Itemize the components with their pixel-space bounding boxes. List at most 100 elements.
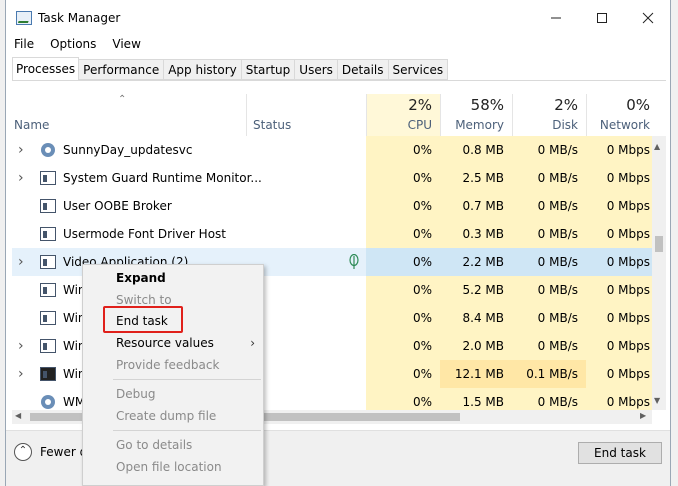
column-header-cpu[interactable]: 2% CPU [366, 94, 440, 136]
ctx-go-to-details: Go to details [116, 438, 193, 452]
expand-chevron-icon[interactable]: › [18, 332, 28, 360]
cpu-value: 0% [366, 248, 440, 276]
memory-value: 5.2 MB [440, 276, 512, 304]
cpu-label: CPU [407, 118, 432, 132]
process-name: SunnyDay_updatesvc [63, 143, 193, 157]
scroll-down-arrow-icon[interactable]: ▼ [654, 396, 660, 405]
network-value: 0 Mbps [586, 276, 652, 304]
cpu-value: 0% [366, 360, 440, 388]
disk-value: 0 MB/s [512, 164, 586, 192]
app-window-icon [40, 255, 56, 269]
column-header-memory[interactable]: 58% Memory [440, 94, 512, 136]
scroll-left-arrow-icon[interactable]: ◀ [15, 411, 21, 420]
process-row[interactable]: › System Guard Runtime Monitor... 0% 2.5… [12, 164, 652, 192]
app-window-icon [40, 171, 56, 185]
sort-ascending-icon: ⌃ [118, 94, 127, 105]
memory-value: 8.4 MB [440, 304, 512, 332]
cpu-value: 0% [366, 164, 440, 192]
console-window-icon [40, 367, 56, 381]
expand-chevron-icon[interactable]: › [18, 136, 28, 164]
app-window-icon [40, 199, 56, 213]
memory-label: Memory [455, 118, 504, 132]
network-value: 0 Mbps [586, 136, 652, 164]
column-header-status[interactable]: Status [246, 94, 366, 136]
expand-chevron-icon[interactable]: › [18, 360, 28, 388]
disk-value: 0 MB/s [512, 276, 586, 304]
fewer-details-link[interactable]: Fewer d [40, 445, 87, 459]
scroll-up-arrow-icon[interactable]: ▲ [654, 142, 660, 151]
menu-file[interactable]: File [6, 36, 42, 56]
app-window-icon [40, 339, 56, 353]
process-row[interactable]: Usermode Font Driver Host 0% 0.3 MB 0 MB… [12, 220, 652, 248]
menu-bar: File Options View [6, 36, 670, 56]
end-task-button[interactable]: End task [578, 442, 662, 464]
title-bar: Task Manager [6, 0, 670, 36]
scroll-right-arrow-icon[interactable]: ▶ [640, 411, 646, 420]
column-status-label: Status [253, 118, 292, 132]
memory-total: 58% [470, 96, 504, 114]
memory-value: 2.2 MB [440, 248, 512, 276]
network-value: 0 Mbps [586, 220, 652, 248]
memory-value: 0.7 MB [440, 192, 512, 220]
ctx-expand[interactable]: Expand [83, 267, 263, 289]
window-title: Task Manager [38, 11, 121, 25]
submenu-arrow-icon: › [250, 336, 255, 350]
cpu-value: 0% [366, 192, 440, 220]
app-window-icon [40, 311, 56, 325]
vertical-scroll-thumb[interactable] [655, 236, 663, 252]
menu-separator [113, 379, 261, 380]
network-value: 0 Mbps [586, 360, 652, 388]
cpu-value: 0% [366, 388, 440, 410]
task-manager-icon [16, 11, 32, 25]
column-header-row: ⌃ Name Status 2% CPU 58% Memory 2% Disk … [12, 94, 652, 136]
menu-separator [113, 430, 261, 431]
column-name-label: Name [14, 118, 50, 132]
network-value: 0 Mbps [586, 304, 652, 332]
cpu-value: 0% [366, 136, 440, 164]
maximize-icon [597, 13, 607, 23]
cpu-value: 0% [366, 304, 440, 332]
menu-options[interactable]: Options [42, 36, 104, 56]
disk-value: 0 MB/s [512, 304, 586, 332]
process-row[interactable]: › SunnyDay_updatesvc 0% 0.8 MB 0 MB/s 0 … [12, 136, 652, 164]
ctx-create-dump-file: Create dump file [116, 409, 217, 423]
network-value: 0 Mbps [586, 388, 652, 410]
ctx-resource-values[interactable]: Resource values › [83, 332, 263, 354]
expand-chevron-icon[interactable]: › [18, 164, 28, 192]
menu-view[interactable]: View [104, 36, 148, 56]
ctx-resource-values-label: Resource values [116, 336, 214, 350]
wmi-provider-icon [40, 395, 56, 409]
disk-total: 2% [554, 96, 578, 114]
column-header-disk[interactable]: 2% Disk [512, 94, 586, 136]
tab-processes[interactable]: Processes [12, 57, 80, 80]
memory-value: 0.3 MB [440, 220, 512, 248]
tab-users[interactable]: Users [295, 59, 338, 80]
column-header-network[interactable]: 0% Network [586, 94, 652, 136]
maximize-button[interactable] [580, 0, 624, 36]
tab-details[interactable]: Details [337, 59, 389, 80]
minimize-button[interactable] [534, 0, 578, 36]
tab-divider [12, 80, 666, 81]
tab-app-history[interactable]: App history [164, 59, 242, 80]
close-icon [642, 12, 654, 24]
column-header-name[interactable]: ⌃ Name [12, 94, 246, 136]
disk-value: 0 MB/s [512, 332, 586, 360]
app-window-icon [40, 283, 56, 297]
tab-performance[interactable]: Performance [79, 59, 165, 80]
disk-value: 0 MB/s [512, 220, 586, 248]
ctx-open-file-location: Open file location [116, 460, 222, 474]
memory-value: 0.8 MB [440, 136, 512, 164]
ctx-debug: Debug [116, 387, 156, 401]
close-button[interactable] [626, 0, 670, 36]
expand-chevron-icon[interactable]: › [18, 248, 28, 276]
process-name: System Guard Runtime Monitor... [63, 171, 262, 185]
tab-startup[interactable]: Startup [241, 59, 296, 80]
ctx-provide-feedback: Provide feedback [116, 358, 220, 372]
process-row[interactable]: User OOBE Broker 0% 0.7 MB 0 MB/s 0 Mbps [12, 192, 652, 220]
network-value: 0 Mbps [586, 248, 652, 276]
disk-value: 0.1 MB/s [512, 360, 586, 388]
vertical-scrollbar[interactable]: ▲ ▼ [652, 136, 666, 410]
collapse-up-icon[interactable]: ⌃ [14, 443, 32, 461]
gear-icon [40, 143, 56, 157]
tab-services[interactable]: Services [388, 59, 449, 80]
